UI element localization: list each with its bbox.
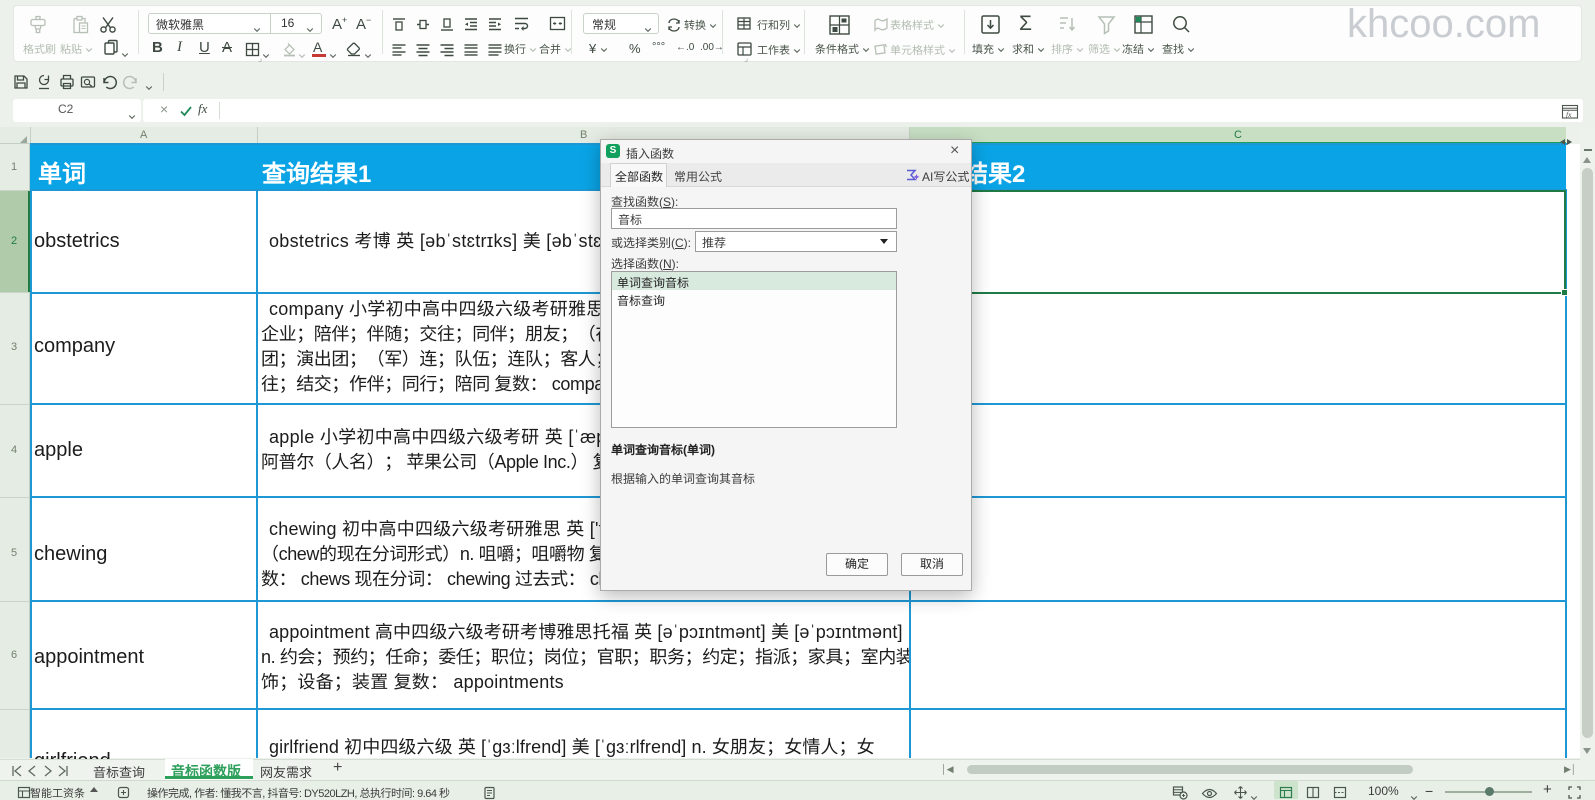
svg-text:fx: fx	[1566, 110, 1572, 119]
